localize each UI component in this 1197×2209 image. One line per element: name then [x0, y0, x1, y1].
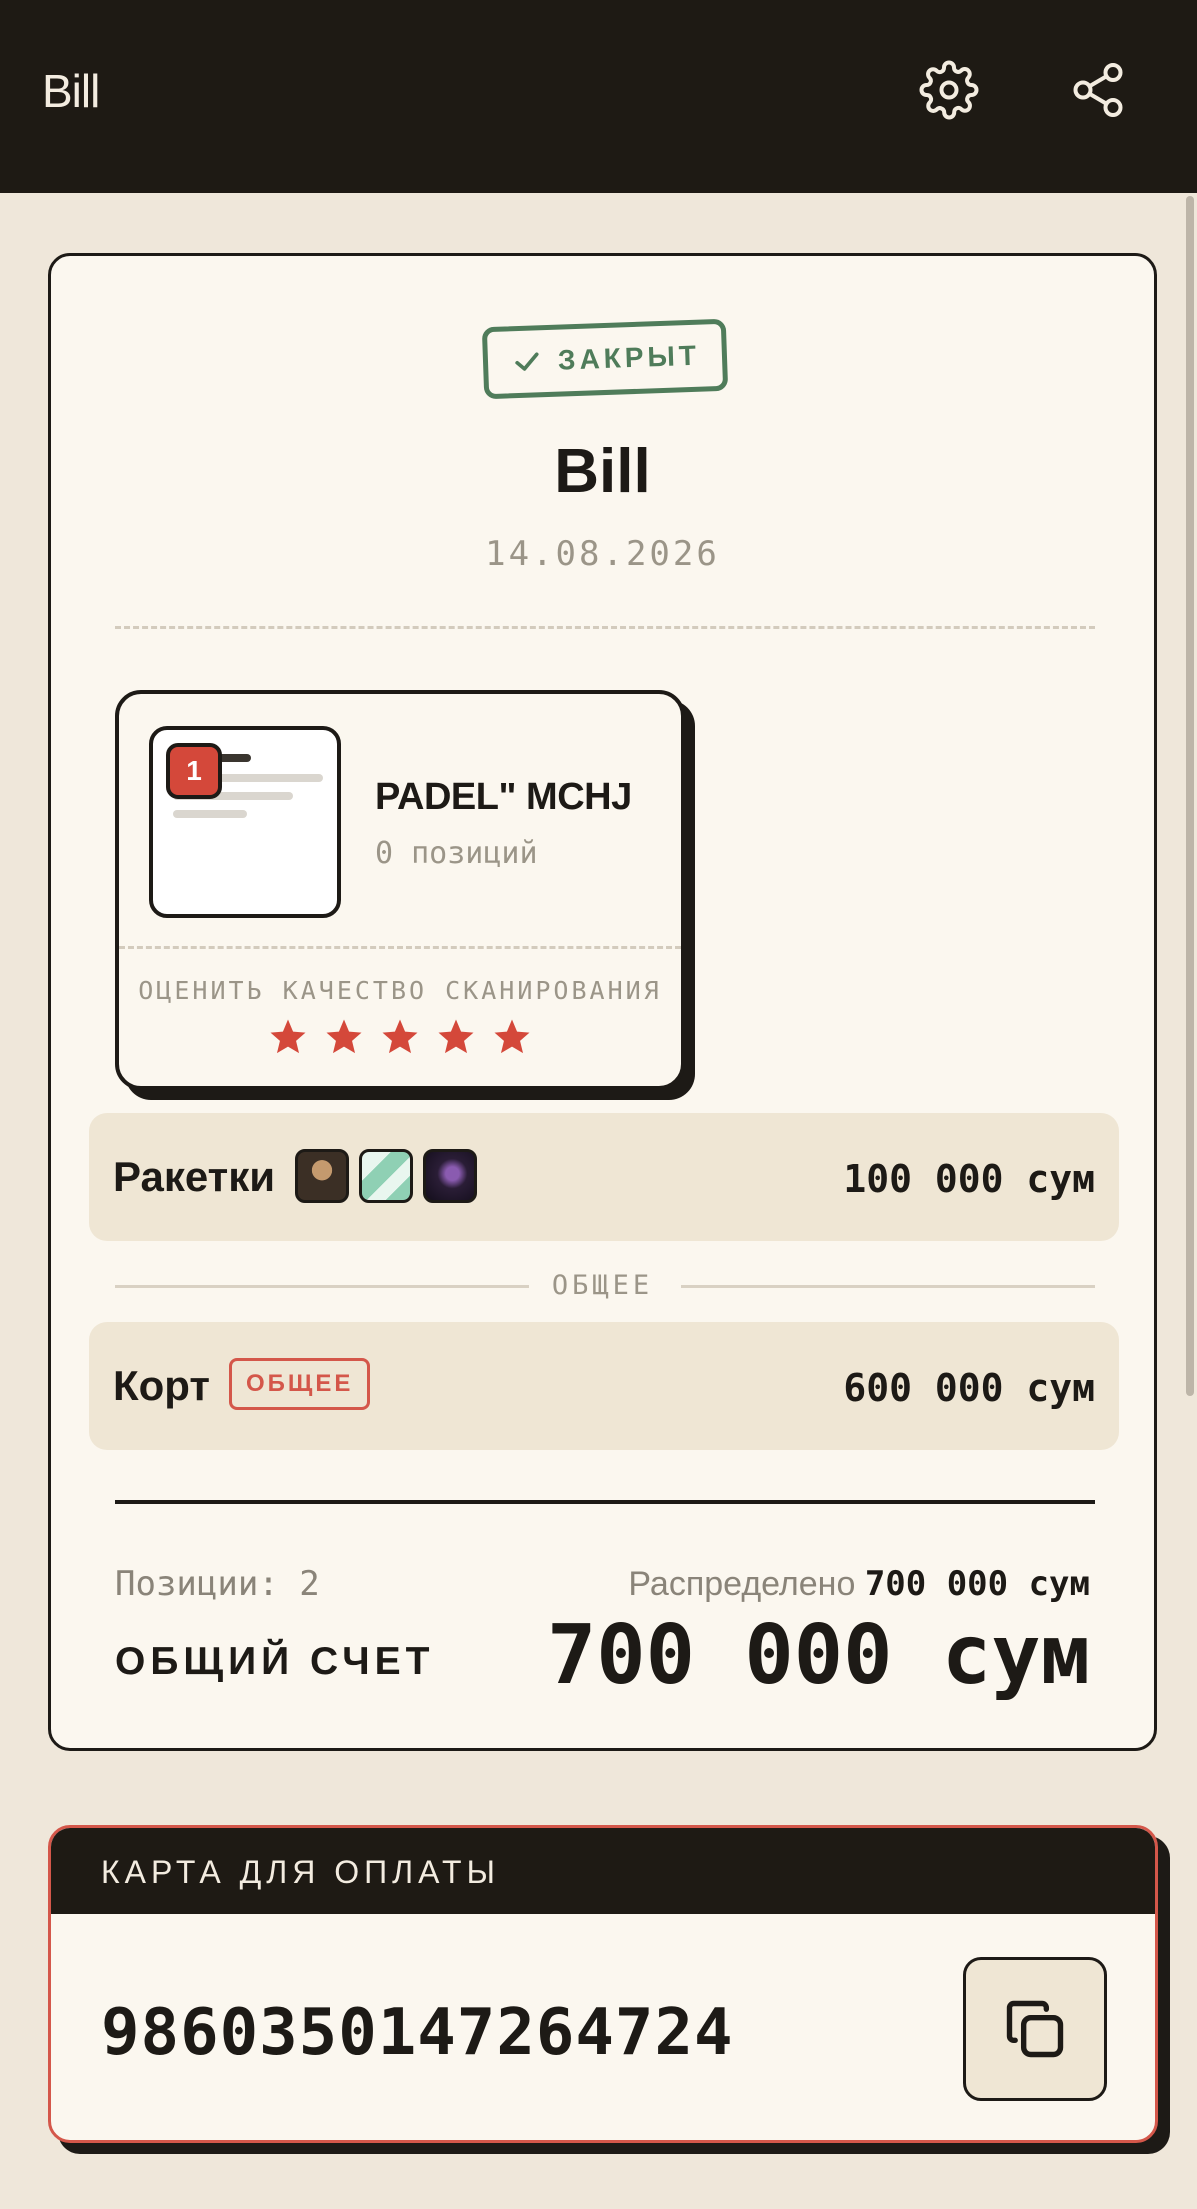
avatar: [295, 1149, 349, 1203]
avatar: [423, 1149, 477, 1203]
item-row[interactable]: Ракетки 100 000 сум: [89, 1113, 1119, 1241]
divider: [115, 626, 1095, 629]
merchant-positions: 0 позиций: [375, 836, 538, 871]
rate-scan-label: ОЦЕНИТЬ КАЧЕСТВО СКАНИРОВАНИЯ: [138, 976, 662, 1005]
bill-title: Bill: [554, 437, 651, 506]
divider: [115, 1500, 1095, 1504]
payment-card-title: КАРТА ДЛЯ ОПЛАТЫ: [101, 1854, 500, 1890]
app-bar: Bill: [0, 0, 1197, 193]
star-icon[interactable]: [435, 1016, 477, 1058]
distributed-label: Распределено: [628, 1565, 856, 1603]
divider: [681, 1285, 1095, 1288]
card-number: 9860350147264724: [101, 1996, 734, 2070]
check-icon: [515, 352, 539, 371]
item-name: Корт: [113, 1362, 210, 1409]
status-stamp: ЗАКРЫТ: [481, 318, 729, 400]
distributed-value: 700 000 сум: [864, 1564, 1090, 1604]
total-label: ОБЩИЙ СЧЕТ: [115, 1640, 435, 1683]
star-icon[interactable]: [491, 1016, 533, 1058]
star-icon[interactable]: [379, 1016, 421, 1058]
item-price: 600 000 сум: [843, 1366, 1095, 1410]
item-name: Ракетки: [113, 1153, 276, 1200]
merchant-name: PADEL" MCHJ: [375, 776, 632, 818]
gear-icon[interactable]: [917, 58, 981, 122]
scan-count-badge: 1: [166, 743, 222, 799]
star-icon[interactable]: [267, 1016, 309, 1058]
item-price: 100 000 сум: [843, 1157, 1095, 1201]
participant-avatars: [295, 1149, 477, 1203]
payment-card: КАРТА ДЛЯ ОПЛАТЫ 9860350147264724: [48, 1825, 1158, 2143]
scrollbar[interactable]: [1186, 196, 1194, 1396]
copy-icon: [1006, 2000, 1064, 2058]
payment-card-header: КАРТА ДЛЯ ОПЛАТЫ: [51, 1828, 1155, 1914]
copy-button[interactable]: [963, 1957, 1107, 2101]
rating-stars[interactable]: [119, 1016, 681, 1058]
bill-date: 14.08.2026: [485, 534, 720, 574]
receipt-card: ЗАКРЫТ Bill 14.08.2026 1 PADEL" MCHJ 0 п…: [48, 253, 1157, 1751]
total-value: 700 000 сум: [546, 1608, 1090, 1703]
star-icon[interactable]: [323, 1016, 365, 1058]
app-title: Bill: [42, 65, 100, 117]
shared-tag: ОБЩЕЕ: [229, 1358, 371, 1410]
distributed-summary: Распределено 700 000 сум: [628, 1564, 1090, 1604]
divider: [119, 946, 681, 949]
status-text: ЗАКРЫТ: [557, 339, 701, 376]
item-row[interactable]: Корт ОБЩЕЕ 600 000 сум: [89, 1322, 1119, 1450]
scan-card[interactable]: 1 PADEL" MCHJ 0 позиций ОЦЕНИТЬ КАЧЕСТВО…: [115, 690, 685, 1090]
avatar: [359, 1149, 413, 1203]
share-icon[interactable]: [1066, 58, 1130, 122]
positions-count: Позиции: 2: [115, 1564, 320, 1604]
